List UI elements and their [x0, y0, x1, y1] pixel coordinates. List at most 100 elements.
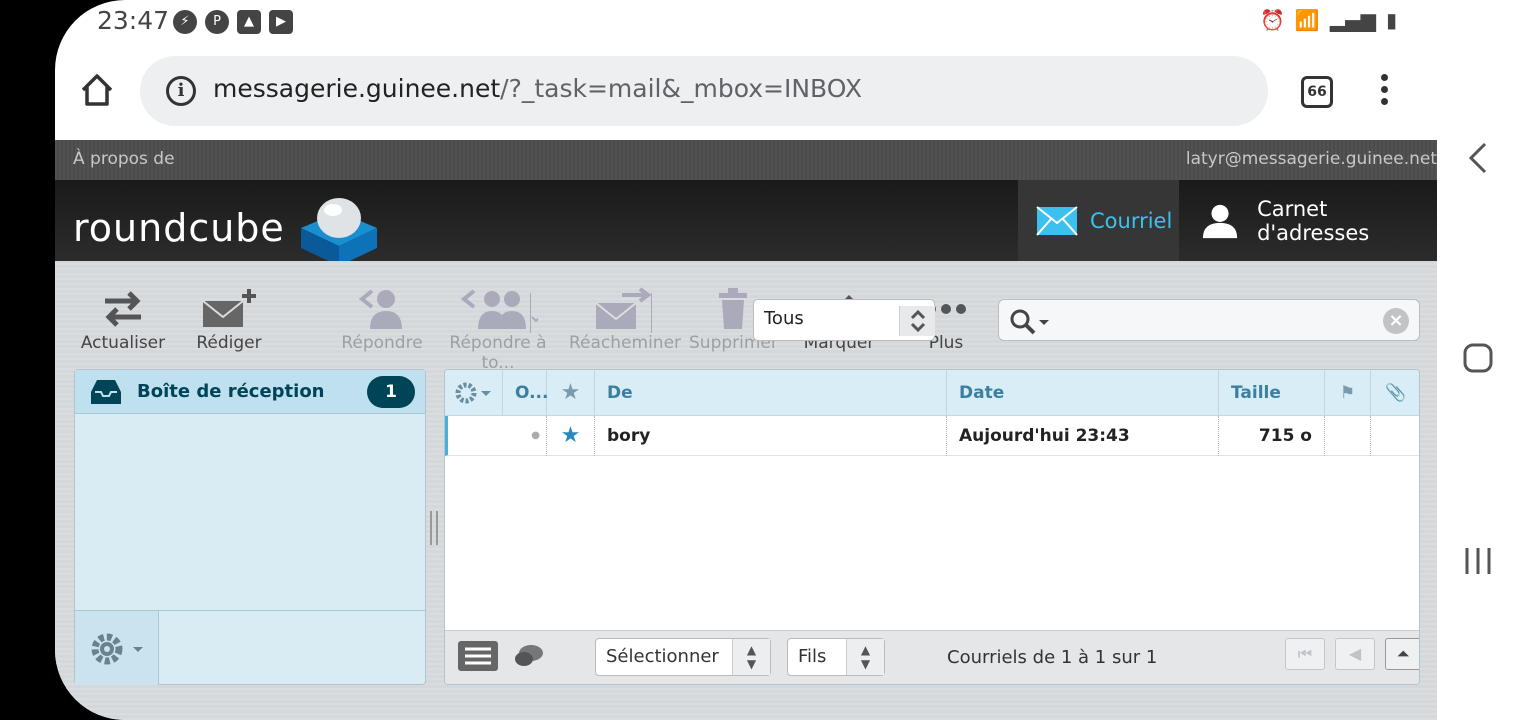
gallery-icon: ▲: [237, 10, 261, 34]
inbox-icon: [91, 380, 121, 404]
message-list-footer: Sélectionner ▲ ▼ Fils ▲ ▼ Courriels de 1 à…: [445, 630, 1419, 684]
column-size[interactable]: Taille: [1219, 370, 1325, 416]
task-mail-button[interactable]: Courriel: [1018, 180, 1179, 261]
row-flag[interactable]: [1325, 416, 1371, 456]
threads-dropdown[interactable]: Fils ▲ ▼: [787, 638, 885, 676]
logo-text: roundcube: [73, 206, 285, 250]
compose-button[interactable]: Rédiger: [187, 285, 271, 353]
alarm-icon: ⏰: [1260, 8, 1285, 32]
status-bar: 23:47 ⚡ P ▲ ▶ ⏰ 📶 ▂▄▆ ▮: [55, 0, 1437, 44]
forward-button[interactable]: Réacheminer: [569, 285, 682, 353]
task-addressbook-button[interactable]: Carnet d'adresses: [1179, 180, 1437, 261]
url-host: messagerie.guinee.net: [213, 74, 501, 103]
row-size: 715 o: [1219, 416, 1325, 456]
folder-item-inbox[interactable]: Boîte de réception 1: [75, 370, 425, 414]
phone-screen: 23:47 ⚡ P ▲ ▶ ⏰ 📶 ▂▄▆ ▮ i messagerie.gui…: [55, 0, 1437, 720]
column-flag-star-icon[interactable]: ★: [547, 370, 595, 416]
expand-preview-icon[interactable]: ⏶: [1385, 638, 1419, 670]
search-box[interactable]: ×: [998, 299, 1420, 341]
unread-badge: 1: [367, 376, 415, 408]
message-list-header: O... ★ De Date Taille ⚑ 📎: [445, 370, 1419, 416]
filter-select[interactable]: Tous: [753, 299, 935, 341]
task-mail-label: Courriel: [1090, 208, 1173, 233]
mail-main: Actualiser Rédiger Répondre Répondre à t…: [55, 261, 1437, 720]
folder-name: Boîte de réception: [137, 381, 325, 402]
wifi-icon: 📶: [1294, 8, 1320, 32]
url-text[interactable]: messagerie.guinee.net/?_task=mail&_mbox=…: [213, 74, 862, 103]
clear-search-icon[interactable]: ×: [1383, 308, 1409, 334]
back-icon[interactable]: [1437, 140, 1520, 176]
app-header: roundcube Courriel Carnet d'adresses: [55, 180, 1437, 266]
home-icon[interactable]: [79, 72, 115, 108]
status-dot-icon: ●: [448, 416, 547, 456]
notification-icons: ⚡ P ▲ ▶: [173, 10, 293, 34]
youtube-icon: ▶: [269, 10, 293, 34]
reply-button[interactable]: Répondre: [339, 285, 425, 353]
refresh-label: Actualiser: [80, 333, 166, 353]
message-count: Courriels de 1 à 1 sur 1: [947, 647, 1158, 668]
list-view-icon[interactable]: [457, 640, 499, 672]
folder-settings-button[interactable]: [75, 611, 159, 685]
column-attachment-icon[interactable]: 📎: [1371, 370, 1419, 416]
status-time: 23:47: [97, 6, 170, 35]
select-spin-icon: ▲ ▼: [732, 639, 770, 675]
column-options[interactable]: O...: [503, 370, 548, 416]
refresh-icon: [105, 291, 141, 327]
home-nav-icon[interactable]: [1437, 340, 1520, 376]
reply-all-icon: [460, 289, 538, 329]
compose-label: Rédiger: [196, 333, 262, 353]
tab-switcher-button[interactable]: 66: [1301, 76, 1333, 108]
forward-icon: [595, 287, 652, 329]
select-dropdown[interactable]: Sélectionner ▲ ▼: [595, 638, 771, 676]
battery-icon: ▮: [1385, 8, 1397, 32]
system-icons: ⏰ 📶 ▂▄▆ ▮: [1260, 8, 1397, 32]
folder-footer: [75, 610, 425, 685]
task-addressbook-label: Carnet d'adresses: [1257, 196, 1370, 245]
reply-icon: [358, 289, 402, 329]
refresh-button[interactable]: Actualiser: [77, 285, 169, 353]
browser-menu-icon[interactable]: [1381, 74, 1391, 110]
select-label: Sélectionner: [606, 646, 719, 667]
roundcube-logo-icon: [301, 198, 377, 266]
browser-toolbar: i messagerie.guinee.net/?_task=mail&_mbo…: [55, 44, 1437, 140]
threads-spin-icon: ▲ ▼: [846, 639, 884, 675]
threads-icon[interactable]: [513, 643, 545, 669]
pinterest-icon: P: [205, 10, 229, 34]
url-path: /?_task=mail&_mbox=INBOX: [500, 74, 862, 103]
topline: À propos de latyr@messagerie.guinee.net: [55, 140, 1437, 180]
gear-icon: [91, 633, 143, 665]
reply-all-button[interactable]: Répondre à to...: [435, 285, 561, 373]
list-gear-icon: [455, 382, 491, 404]
table-row[interactable]: ● ★ bory Aujourd'hui 23:43 715 o: [445, 416, 1419, 456]
reply-all-divider: [530, 293, 531, 333]
recents-icon[interactable]: [1437, 542, 1520, 578]
threads-label: Fils: [798, 646, 827, 667]
mail-icon: [1036, 205, 1078, 236]
signal-icon: ▂▄▆: [1329, 8, 1376, 32]
list-options-button[interactable]: [445, 370, 503, 416]
column-flag-icon[interactable]: ⚑: [1325, 370, 1371, 416]
about-link[interactable]: À propos de: [73, 149, 175, 169]
trash-icon: [719, 288, 747, 329]
filter-arrow-icon[interactable]: [899, 306, 935, 336]
column-from[interactable]: De: [595, 370, 947, 416]
user-email: latyr@messagerie.guinee.net: [1185, 149, 1437, 169]
filter-value: Tous: [764, 308, 804, 329]
compose-icon: [202, 289, 256, 327]
folder-list: Boîte de réception 1: [74, 369, 426, 685]
android-nav-bar: [1437, 0, 1520, 720]
forward-label: Réacheminer: [569, 333, 682, 353]
column-date[interactable]: Date: [947, 370, 1219, 416]
address-bar[interactable]: i messagerie.guinee.net/?_task=mail&_mbo…: [140, 56, 1268, 126]
reply-all-label: Répondre à to...: [449, 333, 547, 373]
prev-page-icon[interactable]: ◀: [1335, 638, 1375, 670]
reply-label: Répondre: [341, 333, 423, 353]
info-icon[interactable]: i: [166, 76, 196, 106]
message-list: O... ★ De Date Taille ⚑ 📎 ● ★ bory Aujou…: [444, 369, 1420, 685]
forward-divider: [651, 293, 652, 333]
row-from: bory: [595, 416, 947, 456]
first-page-icon[interactable]: ⏮: [1285, 638, 1325, 670]
search-icon[interactable]: [1009, 308, 1053, 336]
star-icon[interactable]: ★: [547, 416, 595, 456]
pane-splitter[interactable]: [430, 511, 438, 545]
